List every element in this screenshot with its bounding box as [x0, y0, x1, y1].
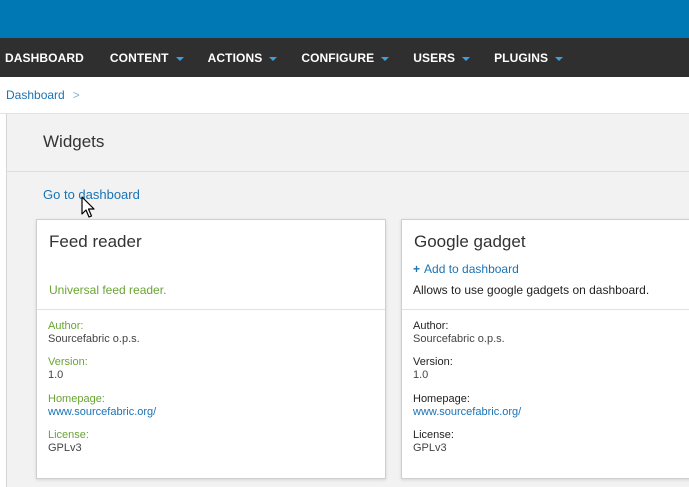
breadcrumb-dashboard-link[interactable]: Dashboard — [6, 88, 65, 102]
breadcrumb: Dashboard > — [0, 77, 689, 114]
nav-actions[interactable]: ACTIONS — [196, 51, 290, 65]
widget-card-feed-reader: Feed reader Universal feed reader. Autho… — [36, 219, 386, 479]
nav-label: PLUGINS — [494, 50, 549, 65]
nav-label: USERS — [413, 50, 456, 65]
card-divider — [402, 309, 689, 310]
version-value: 1.0 — [413, 369, 429, 381]
widget-title: Feed reader — [49, 232, 142, 251]
card-divider — [37, 309, 385, 310]
widget-description: Universal feed reader. — [49, 283, 167, 297]
top-brand-bar — [0, 0, 689, 38]
homepage-link[interactable]: www.sourcefabric.org/ — [48, 406, 156, 419]
main-nav: DASHBOARD CONTENT ACTIONS CONFIGURE USER… — [0, 38, 689, 77]
author-value: Sourcefabric o.p.s. — [48, 333, 140, 345]
homepage-link[interactable]: www.sourcefabric.org/ — [413, 406, 521, 419]
version-value: 1.0 — [48, 369, 64, 381]
version-label: Version: — [413, 356, 453, 368]
main-content: Widgets Go to dashboard Feed reader Univ… — [6, 114, 689, 487]
nav-users[interactable]: USERS — [401, 51, 482, 65]
nav-content[interactable]: CONTENT — [98, 51, 196, 65]
author-value: Sourcefabric o.p.s. — [413, 333, 505, 345]
nav-configure[interactable]: CONFIGURE — [289, 51, 401, 65]
nav-label: ACTIONS — [207, 50, 263, 65]
plus-icon: + — [413, 262, 421, 276]
license-label: License: — [413, 429, 454, 441]
nav-plugins[interactable]: PLUGINS — [482, 51, 575, 65]
version-label: Version: — [48, 356, 88, 368]
add-to-dashboard-label: Add to dashboard — [424, 262, 519, 276]
license-label: License: — [48, 429, 89, 441]
page-header: Widgets — [7, 114, 689, 172]
breadcrumb-separator: > — [72, 88, 80, 102]
nav-dashboard[interactable]: DASHBOARD — [0, 51, 98, 65]
page-title: Widgets — [43, 132, 105, 151]
chevron-down-icon — [269, 56, 278, 61]
nav-label: CONTENT — [109, 50, 169, 65]
add-to-dashboard-link[interactable]: + Add to dashboard — [413, 262, 519, 276]
widget-title: Google gadget — [414, 232, 526, 251]
author-label: Author: — [413, 320, 449, 332]
author-label: Author: — [48, 320, 84, 332]
chevron-down-icon — [381, 56, 390, 61]
license-value: GPLv3 — [48, 442, 82, 454]
widget-description: Allows to use google gadgets on dashboar… — [413, 283, 650, 297]
chevron-down-icon — [462, 56, 471, 61]
nav-label: DASHBOARD — [5, 50, 84, 65]
chevron-down-icon — [175, 56, 184, 61]
license-value: GPLv3 — [413, 442, 447, 454]
widget-card-google-gadget: Google gadget + Add to dashboard Allows t… — [401, 219, 689, 479]
nav-label: CONFIGURE — [301, 50, 375, 65]
homepage-label: Homepage: — [48, 393, 105, 405]
chevron-down-icon — [555, 56, 564, 61]
mouse-pointer-icon — [81, 196, 95, 218]
homepage-label: Homepage: — [413, 393, 470, 405]
